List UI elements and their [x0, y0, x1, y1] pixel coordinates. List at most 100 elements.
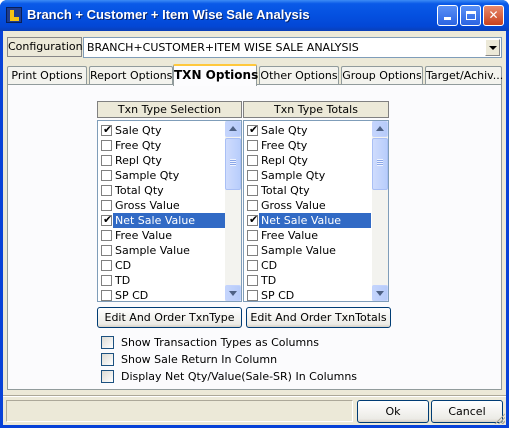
list-item[interactable]: Total Qty [98, 183, 225, 198]
edit-order-txntotals-button[interactable]: Edit And Order TxnTotals [246, 307, 391, 328]
list-item[interactable]: CD [98, 258, 225, 273]
txn-type-selection-scrollbar[interactable] [225, 121, 241, 301]
list-item[interactable]: ✔ Net Sale Value [98, 213, 225, 228]
list-item[interactable]: ✔ Sale Qty [98, 123, 225, 138]
list-item-checkbox[interactable]: ✔ [101, 213, 112, 226]
txn-type-totals-list[interactable]: ✔ Sale Qty Free Qty Repl Qty Sample Qty Total… [243, 120, 389, 302]
list-item-label: Repl Qty [261, 154, 308, 167]
list-item[interactable]: Sample Value [98, 243, 225, 258]
txn-type-totals-scrollbar[interactable] [372, 121, 388, 301]
list-item[interactable]: Free Value [98, 228, 225, 243]
list-item[interactable]: Repl Qty [244, 153, 371, 168]
list-item[interactable]: CD [244, 258, 371, 273]
list-item[interactable]: Total Qty [244, 183, 371, 198]
txn-options-panel: Txn Type Selection ✔ Sale Qty Free Qty Repl… [7, 84, 502, 390]
list-item-label: Sale Qty [115, 124, 162, 137]
list-item-checkbox[interactable] [101, 200, 112, 211]
chevron-down-icon[interactable] [485, 39, 500, 56]
scroll-up-icon[interactable] [372, 121, 388, 137]
scroll-thumb[interactable] [372, 138, 388, 190]
list-item[interactable]: Free Qty [98, 138, 225, 153]
list-item-checkbox[interactable] [247, 140, 258, 151]
dialog-window: Branch + Customer + Item Wise Sale Analy… [0, 0, 509, 428]
txn-type-selection-list[interactable]: ✔ Sale Qty Free Qty Repl Qty Sample Qty Total… [97, 120, 242, 302]
list-item[interactable]: Sample Value [244, 243, 371, 258]
tab-other-options[interactable]: Other Options [259, 66, 339, 85]
list-item-checkbox[interactable] [247, 290, 258, 301]
list-item-label: Net Sale Value [113, 213, 225, 228]
list-item[interactable]: SP CD [244, 288, 371, 303]
status-cell [6, 400, 353, 422]
resize-grip-icon[interactable] [493, 412, 505, 424]
list-item-checkbox[interactable] [247, 155, 258, 166]
list-item-label: Sample Value [261, 244, 336, 257]
list-item-checkbox[interactable] [101, 230, 112, 241]
list-item[interactable]: Sample Qty [244, 168, 371, 183]
list-item-label: Gross Value [115, 199, 180, 212]
list-item-checkbox[interactable] [101, 275, 112, 286]
tab-report-options[interactable]: Report Options [89, 66, 173, 85]
list-item-label: Free Value [261, 229, 319, 242]
list-item-checkbox[interactable]: ✔ [101, 123, 112, 136]
list-item-checkbox[interactable] [101, 245, 112, 256]
scroll-up-icon[interactable] [225, 121, 241, 137]
checkmark-icon: ✔ [249, 213, 259, 226]
show-sale-return-checkbox[interactable] [101, 353, 114, 366]
tab-group-options[interactable]: Group Options [341, 66, 423, 85]
show-txn-types-as-columns-option[interactable]: Show Transaction Types as Columns [101, 335, 331, 350]
list-item-checkbox[interactable] [101, 155, 112, 166]
list-item-checkbox[interactable] [101, 170, 112, 181]
list-item-checkbox[interactable] [247, 275, 258, 286]
show-txn-types-as-columns-checkbox[interactable] [101, 336, 114, 349]
display-net-qty-checkbox[interactable] [101, 370, 114, 383]
list-item[interactable]: Gross Value [98, 198, 225, 213]
dialog-client-area: Configuration BRANCH+CUSTOMER+ITEM WISE … [3, 31, 506, 425]
list-item[interactable]: Free Qty [244, 138, 371, 153]
list-item-label: TD [261, 274, 277, 287]
show-sale-return-option[interactable]: Show Sale Return In Column [101, 352, 331, 367]
display-net-qty-option[interactable]: Display Net Qty/Value(Sale-SR) In Column… [101, 369, 381, 384]
maximize-button[interactable] [460, 5, 481, 26]
close-button[interactable]: ✕ [483, 5, 504, 26]
list-item-checkbox[interactable] [247, 260, 258, 271]
list-item[interactable]: TD [244, 273, 371, 288]
list-item-checkbox[interactable]: ✔ [247, 213, 259, 226]
list-item-checkbox[interactable] [101, 290, 112, 301]
tab-print-options[interactable]: Print Options [7, 66, 87, 85]
list-item-label: Sale Qty [261, 124, 308, 137]
scroll-down-icon[interactable] [372, 285, 388, 301]
list-item[interactable]: TD [98, 273, 225, 288]
list-item[interactable]: SP CD [98, 288, 225, 303]
txn-type-selection-items: ✔ Sale Qty Free Qty Repl Qty Sample Qty Total… [98, 123, 225, 303]
list-item-checkbox[interactable] [247, 170, 258, 181]
list-item[interactable]: ✔ Net Sale Value [244, 213, 371, 228]
list-item[interactable]: ✔ Sale Qty [244, 123, 371, 138]
list-item-checkbox[interactable] [247, 245, 258, 256]
list-item[interactable]: Gross Value [244, 198, 371, 213]
list-item-checkbox[interactable] [101, 185, 112, 196]
list-item-checkbox[interactable] [247, 230, 258, 241]
ok-button[interactable]: Ok [357, 400, 429, 423]
scroll-down-icon[interactable] [225, 285, 241, 301]
tab-txn-options[interactable]: TXN Options [173, 64, 258, 86]
list-item-label: Free Value [115, 229, 173, 242]
footer-separator [3, 395, 506, 397]
list-item-label: SP CD [261, 289, 295, 302]
list-item-checkbox[interactable] [101, 260, 112, 271]
list-item[interactable]: Repl Qty [98, 153, 225, 168]
configuration-dropdown[interactable]: BRANCH+CUSTOMER+ITEM WISE SALE ANALYSIS [83, 37, 502, 58]
window-title: Branch + Customer + Item Wise Sale Analy… [27, 7, 310, 22]
list-item[interactable]: Free Value [244, 228, 371, 243]
list-item-checkbox[interactable] [247, 185, 258, 196]
scroll-thumb[interactable] [225, 138, 241, 190]
list-item-checkbox[interactable]: ✔ [247, 123, 258, 136]
maximize-icon [465, 11, 476, 20]
tab-target-achievement[interactable]: Target/Achiv... [425, 66, 503, 85]
title-bar[interactable]: Branch + Customer + Item Wise Sale Analy… [0, 0, 509, 31]
minimize-button[interactable] [437, 5, 458, 26]
edit-order-txntype-button[interactable]: Edit And Order TxnType [97, 307, 242, 328]
list-item[interactable]: Sample Qty [98, 168, 225, 183]
list-item-checkbox[interactable] [101, 140, 112, 151]
list-item-checkbox[interactable] [247, 200, 258, 211]
app-logo-icon [6, 7, 22, 23]
